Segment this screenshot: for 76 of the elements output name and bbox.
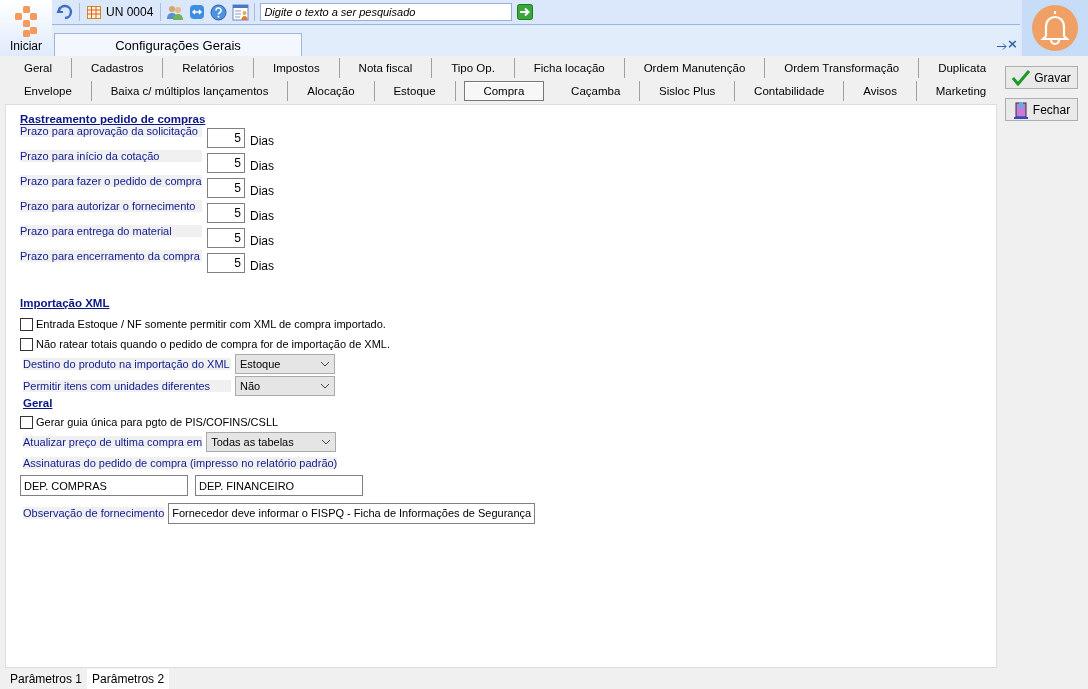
settings-tab[interactable]: Alocação — [288, 80, 375, 101]
dropdown[interactable]: Não — [235, 376, 335, 396]
field-label: Prazo para entrega do material — [20, 225, 202, 237]
chevron-icon — [320, 383, 330, 389]
field-label: Prazo para fazer o pedido de compra — [20, 175, 202, 187]
settings-tab[interactable]: Relatórios — [163, 57, 255, 78]
settings-tab[interactable]: Contabilidade — [735, 80, 845, 101]
grid-icon — [87, 5, 101, 19]
settings-tab[interactable]: Ficha locação — [514, 57, 625, 78]
chevron-icon — [321, 439, 332, 445]
days-field[interactable]: 5 — [207, 152, 245, 173]
field-label: Permitir itens com unidades diferentes — [23, 380, 231, 392]
settings-tab[interactable]: Geral — [5, 57, 73, 78]
section-heading: Geral — [23, 397, 53, 409]
field-label: Destino do produto na importação do XML — [23, 358, 231, 370]
unit-label: Dias — [250, 233, 274, 248]
signature-field[interactable]: DEP. FINANCEIRO — [195, 475, 363, 496]
action-button[interactable]: Fechar — [1005, 98, 1078, 121]
days-field[interactable]: 5 — [207, 227, 245, 248]
go-arrow-icon[interactable] — [517, 4, 534, 20]
signature-field[interactable]: DEP. COMPRAS — [20, 475, 188, 496]
form-icon[interactable] — [232, 3, 250, 21]
checkbox-option[interactable]: Gerar guia única para pgto de PIS/COFINS/CSLL — [20, 413, 982, 431]
checkbox-option[interactable]: Não ratear totais quando o pedido de compra for de importação de XML. — [20, 335, 982, 353]
section-heading: Importação XML — [20, 297, 110, 309]
settings-tab[interactable]: Compra — [463, 80, 545, 101]
field-label: Prazo para aprovação da solicitação — [20, 125, 202, 137]
unit-label: Dias — [250, 208, 274, 223]
page-tab[interactable]: Parâmetros 2 — [87, 669, 170, 689]
settings-tab[interactable]: Cadastros — [72, 57, 164, 78]
field-label: Prazo para início da cotação — [20, 150, 202, 162]
settings-tab[interactable]: Envelope — [5, 80, 92, 101]
help-icon[interactable] — [210, 3, 228, 21]
field-label: Observação de fornecimento — [23, 507, 165, 519]
exchange-icon[interactable] — [189, 4, 206, 20]
settings-tab[interactable]: Baixa c/ múltiplos lançamentos — [91, 80, 289, 101]
days-field[interactable]: 5 — [207, 202, 245, 223]
days-field[interactable]: 5 — [207, 252, 245, 273]
dropdown[interactable]: Todas as tabelas — [206, 432, 337, 452]
settings-tab[interactable]: Tipo Op. — [432, 57, 515, 78]
field-label: Prazo para autorizar o fornecimento — [20, 200, 202, 212]
checkbox-option[interactable]: Entrada Estoque / NF somente permitir com XML de compra importado. — [20, 315, 982, 333]
settings-tab[interactable]: Ordem Transformação — [765, 57, 920, 78]
field-label: Atualizar preço de ultima compra em — [23, 436, 203, 448]
unit-label: Dias — [250, 133, 274, 148]
action-button[interactable]: Gravar — [1005, 66, 1078, 89]
close-icon[interactable]: × — [1007, 36, 1018, 51]
days-field[interactable]: 5 — [207, 127, 245, 148]
settings-tab[interactable]: Sisloc Plus — [640, 80, 736, 101]
door-icon — [1012, 100, 1029, 119]
start-button[interactable]: Iniciar — [0, 0, 52, 56]
undo-icon[interactable] — [56, 4, 74, 20]
field-label: Assinaturas do pedido de compra (impresso no relatório padrão) — [23, 457, 338, 469]
arrow-icon[interactable] — [997, 43, 1008, 50]
settings-tab[interactable]: Estoque — [374, 80, 456, 101]
settings-tab[interactable]: Nota fiscal — [339, 57, 433, 78]
note-field[interactable]: Fornecedor deve informar o FISPQ - Ficha de Informações de Segurança — [168, 502, 536, 524]
settings-tab[interactable]: Ordem Manutenção — [624, 57, 766, 78]
settings-tab[interactable]: Marketing — [916, 80, 1006, 101]
unit-label: Dias — [250, 158, 274, 173]
settings-tab[interactable]: Caçamba — [552, 80, 641, 101]
chevron-icon — [320, 361, 330, 367]
settings-tab[interactable]: Avisos — [844, 80, 917, 101]
unit-label: Dias — [250, 258, 274, 273]
settings-tab[interactable]: Impostos — [254, 57, 340, 78]
dropdown[interactable]: Estoque — [235, 354, 335, 374]
field-label: Prazo para encerramento da compra — [20, 250, 202, 262]
days-field[interactable]: 5 — [207, 177, 245, 198]
check-icon — [1012, 69, 1031, 86]
settings-tab[interactable]: Duplicata — [919, 57, 1006, 78]
document-tab[interactable]: Configurações Gerais — [54, 33, 302, 56]
search-field[interactable]: Digite o texto a ser pesquisado — [260, 3, 513, 21]
section-heading: Rastreamento pedido de compras — [20, 113, 206, 125]
unit-label: Dias — [250, 183, 274, 198]
users-icon[interactable] — [166, 4, 185, 20]
unit-button[interactable]: UN 0004 — [85, 5, 156, 19]
